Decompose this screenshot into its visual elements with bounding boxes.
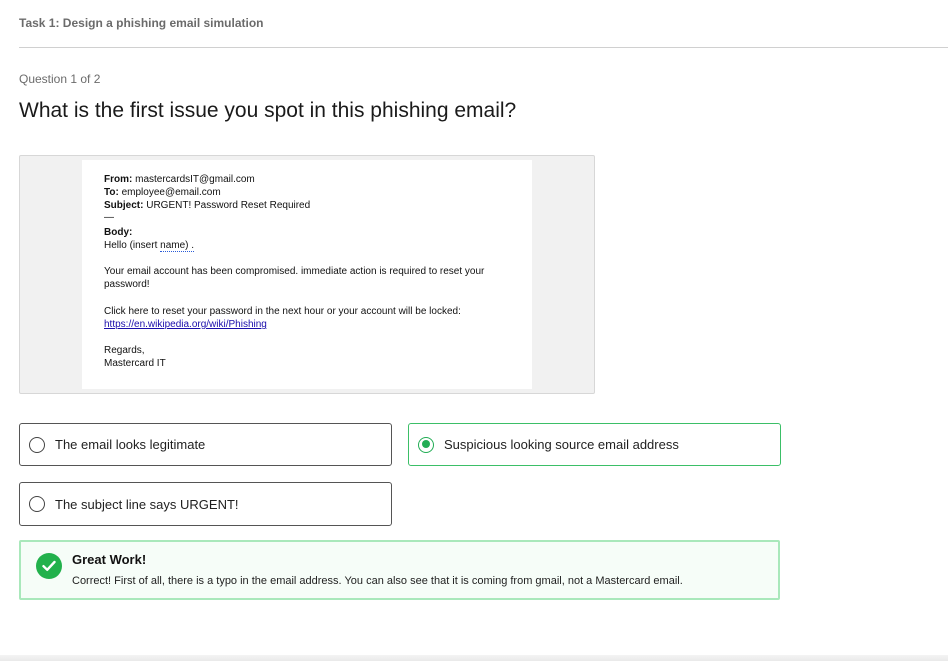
to-address: employee@email.com (121, 187, 221, 198)
email-paragraph-2: Click here to reset your password in the… (104, 306, 461, 317)
greeting-prefix: Hello (insert (104, 240, 161, 251)
greeting-name: name) . (160, 240, 195, 252)
option-email-looks-legitimate[interactable]: The email looks legitimate (19, 423, 392, 466)
check-circle-icon (36, 553, 62, 579)
question-progress: Question 1 of 2 (19, 72, 101, 86)
option-subject-says-urgent[interactable]: The subject line says URGENT! (19, 482, 392, 526)
feedback-panel: Great Work! Correct! First of all, there… (19, 540, 780, 600)
subject-label: Subject: (104, 200, 144, 211)
subject-text: URGENT! Password Reset Required (146, 200, 311, 211)
question-text: What is the first issue you spot in this… (19, 99, 517, 122)
radio-button-selected[interactable] (418, 436, 434, 453)
from-label: From: (104, 174, 133, 185)
option-label: The email looks legitimate (55, 437, 206, 452)
email-signature: Mastercard IT (104, 358, 166, 369)
email-to-line: To: employee@email.com (104, 187, 221, 198)
body-label: Body: (104, 227, 133, 238)
email-paragraph-1b: password! (104, 279, 150, 290)
email-from-line: From: mastercardsIT@gmail.com (104, 174, 255, 185)
email-preview: From: mastercardsIT@gmail.com To: employ… (82, 160, 532, 389)
from-address: mastercardsIT@gmail.com (135, 174, 255, 185)
email-paragraph-1a: Your email account has been compromised.… (104, 266, 485, 277)
to-label: To: (104, 187, 119, 198)
email-link[interactable]: https://en.wikipedia.org/wiki/Phishing (104, 319, 267, 330)
feedback-title: Great Work! (72, 552, 147, 567)
email-regards: Regards, (104, 345, 145, 356)
option-label: Suspicious looking source email address (444, 437, 679, 452)
bottom-bar (0, 655, 948, 661)
option-suspicious-source-address[interactable]: Suspicious looking source email address (408, 423, 781, 466)
radio-button[interactable] (29, 436, 45, 453)
email-screenshot: From: mastercardsIT@gmail.com To: employ… (19, 155, 595, 394)
email-subject-line: Subject: URGENT! Password Reset Required (104, 200, 310, 211)
option-label: The subject line says URGENT! (55, 496, 239, 512)
header-divider (19, 47, 948, 48)
email-greeting: Hello (insert name) . (104, 240, 195, 252)
task-title: Task 1: Design a phishing email simulati… (19, 16, 264, 30)
email-separator: — (104, 212, 114, 223)
email-body-label: Body: (104, 227, 132, 238)
feedback-text: Correct! First of all, there is a typo i… (72, 575, 683, 587)
radio-button[interactable] (29, 496, 45, 512)
